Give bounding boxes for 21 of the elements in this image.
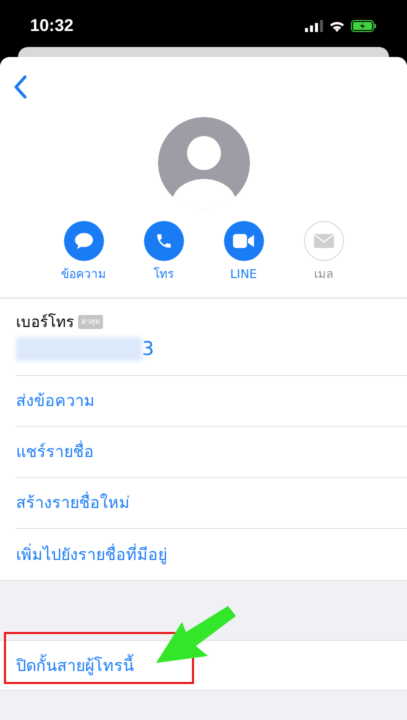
recent-badge: ล่าสุด (78, 314, 103, 329)
contact-option-link[interactable]: แชร์รายชื่อ (16, 440, 94, 464)
wifi-icon (329, 20, 345, 32)
phone-number[interactable]: 3 (142, 335, 154, 364)
contact-option-link[interactable]: เพิ่มไปยังรายชื่อที่มีอยู่ (16, 542, 167, 566)
signal-icon (305, 20, 323, 32)
phone-icon (154, 232, 172, 250)
video-camera-icon (232, 234, 254, 248)
block-caller-link[interactable]: ปิดกั้นสายผู้โทรนี้ (16, 654, 134, 678)
envelope-icon (314, 234, 334, 248)
contact-option-link[interactable]: ส่งข้อความ (16, 389, 95, 413)
contact-action-button[interactable]: ข้อความ (56, 221, 112, 283)
battery-charging-icon (351, 20, 377, 32)
avatar-icon (158, 117, 250, 209)
contact-option-link[interactable]: สร้างรายชื่อใหม่ (16, 491, 130, 515)
contact-action-button[interactable]: LINE (216, 221, 272, 283)
status-time: 10:32 (30, 14, 74, 37)
phone-label: เบอร์โทร (16, 312, 74, 332)
speech-bubble-icon (74, 232, 94, 250)
contact-action-button[interactable]: โทร (136, 221, 192, 283)
back-chevron-icon (13, 75, 27, 99)
